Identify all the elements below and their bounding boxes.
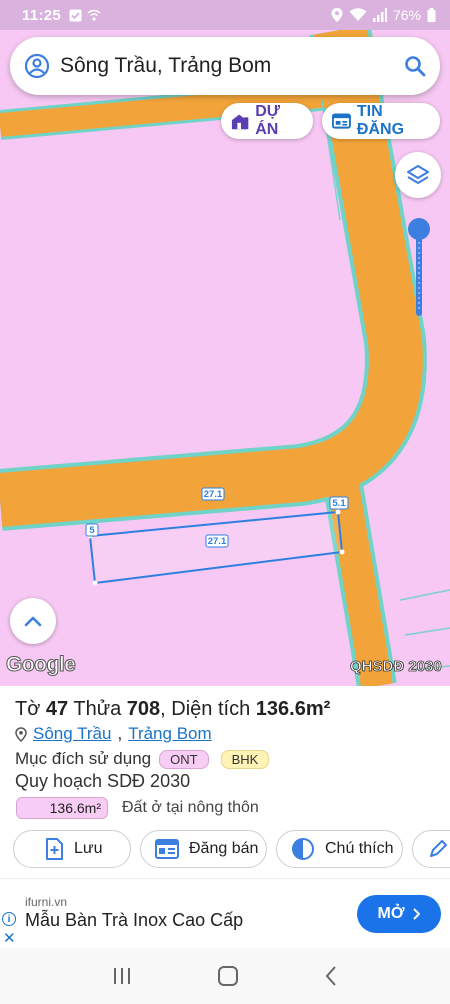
tin-dang-chip[interactable]: TIN ĐĂNG — [322, 103, 440, 139]
legend-label: Chú thích — [325, 840, 394, 857]
home-icon[interactable] — [217, 965, 239, 987]
account-icon[interactable] — [24, 53, 50, 79]
chevron-up-icon — [24, 616, 42, 627]
wifi-calling-icon — [87, 9, 101, 21]
recent-apps-icon[interactable] — [112, 967, 132, 985]
lot-label-top: 27.1 — [204, 489, 223, 500]
du-an-chip[interactable]: DỰ ÁN — [221, 103, 313, 139]
wifi-icon — [349, 8, 367, 21]
to-label: Tờ — [15, 698, 41, 720]
battery-icon — [427, 8, 436, 22]
edit-button[interactable] — [412, 830, 450, 868]
ad-close-icon[interactable]: ✕ — [3, 929, 16, 947]
lot-label-right: 5.1 — [332, 498, 346, 509]
ad-info-icon[interactable]: i — [2, 912, 16, 926]
ad-source: ifurni.vn — [25, 895, 68, 909]
search-query[interactable]: Sông Trầu, Trảng Bom — [60, 54, 404, 78]
search-bar[interactable]: Sông Trầu, Trảng Bom — [10, 37, 440, 95]
action-bar: Lưu Đăng bán Chú thích — [13, 830, 450, 868]
google-logo: Google — [5, 653, 76, 677]
thua-value: 708 — [126, 698, 161, 720]
commune-link[interactable]: Sông Trầu — [33, 724, 111, 744]
signal-icon — [372, 8, 387, 22]
system-nav-bar — [0, 948, 450, 1004]
area-description: Đất ở tại nông thôn — [122, 799, 259, 816]
lot-label-bottom: 27.1 — [208, 536, 227, 547]
building-icon — [231, 114, 249, 130]
edit-pin-icon — [430, 840, 447, 857]
dien-tich-label: , Diện tích — [160, 698, 251, 720]
save-label: Lưu — [74, 840, 103, 857]
status-time: 11:25 — [22, 6, 62, 24]
layer-badge: QHSDĐ 2030 — [350, 658, 443, 676]
ad-headline[interactable]: Mẫu Bàn Trà Inox Cao Cấp — [25, 910, 243, 931]
area-chip: 136.6m² — [16, 797, 108, 819]
purpose-row: Mục đích sử dụng ONT BHK — [15, 749, 270, 769]
back-icon[interactable] — [324, 965, 338, 987]
status-notification-icons — [69, 9, 102, 22]
legend-button[interactable]: Chú thích — [276, 830, 403, 868]
district-link[interactable]: Trảng Bom — [128, 724, 211, 744]
chevron-right-icon — [413, 908, 421, 920]
battery-percent: 76% — [392, 7, 421, 23]
pin-icon — [15, 726, 27, 742]
thua-label: Thửa — [73, 698, 122, 720]
ad-open-button[interactable]: MỞ — [357, 895, 441, 933]
location-icon — [331, 8, 343, 22]
layers-icon — [407, 165, 429, 184]
dien-tich-value: 136.6m² — [255, 698, 331, 720]
search-icon[interactable] — [404, 55, 426, 77]
sell-label: Đăng bán — [189, 840, 259, 857]
tin-dang-label: TIN ĐĂNG — [356, 103, 405, 138]
slider-handle[interactable] — [408, 218, 430, 240]
sell-button[interactable]: Đăng bán — [140, 830, 267, 868]
status-bar: 11:25 76% — [0, 0, 450, 30]
opacity-slider[interactable] — [407, 217, 431, 317]
slider-track — [408, 218, 430, 316]
loc-separator: , — [117, 724, 123, 743]
status-right: 76% — [331, 7, 436, 23]
du-an-label: DỰ ÁN — [255, 103, 281, 138]
contrast-icon — [292, 838, 314, 860]
ad-cta-label: MỞ — [377, 905, 405, 922]
expand-panel-button[interactable] — [10, 598, 56, 644]
to-value: 47 — [45, 698, 69, 720]
purpose-tag-ont[interactable]: ONT — [159, 749, 209, 769]
check-box-icon — [69, 9, 82, 21]
purpose-tag-bhk[interactable]: BHK — [220, 749, 270, 769]
layers-button[interactable] — [395, 152, 441, 198]
ad-banner[interactable]: ifurni.vn i Mẫu Bàn Trà Inox Cao Cấp ✕ M… — [0, 878, 450, 948]
parcel-title: Tờ 47 Thửa 708, Diện tích 136.6m² — [15, 698, 330, 721]
listing-icon — [332, 113, 351, 129]
plan-label: Quy hoạch SDĐ 2030 — [15, 771, 191, 791]
save-button[interactable]: Lưu — [13, 830, 131, 868]
purpose-label: Mục đích sử dụng — [15, 749, 152, 768]
lot-label-left: 5 — [89, 525, 95, 536]
area-row: 136.6m² Đất ở tại nông thôn — [16, 797, 259, 819]
listing-icon — [155, 839, 179, 859]
location-row: Sông Trầu, Trảng Bom — [15, 724, 212, 744]
bookmark-add-icon — [46, 838, 63, 860]
